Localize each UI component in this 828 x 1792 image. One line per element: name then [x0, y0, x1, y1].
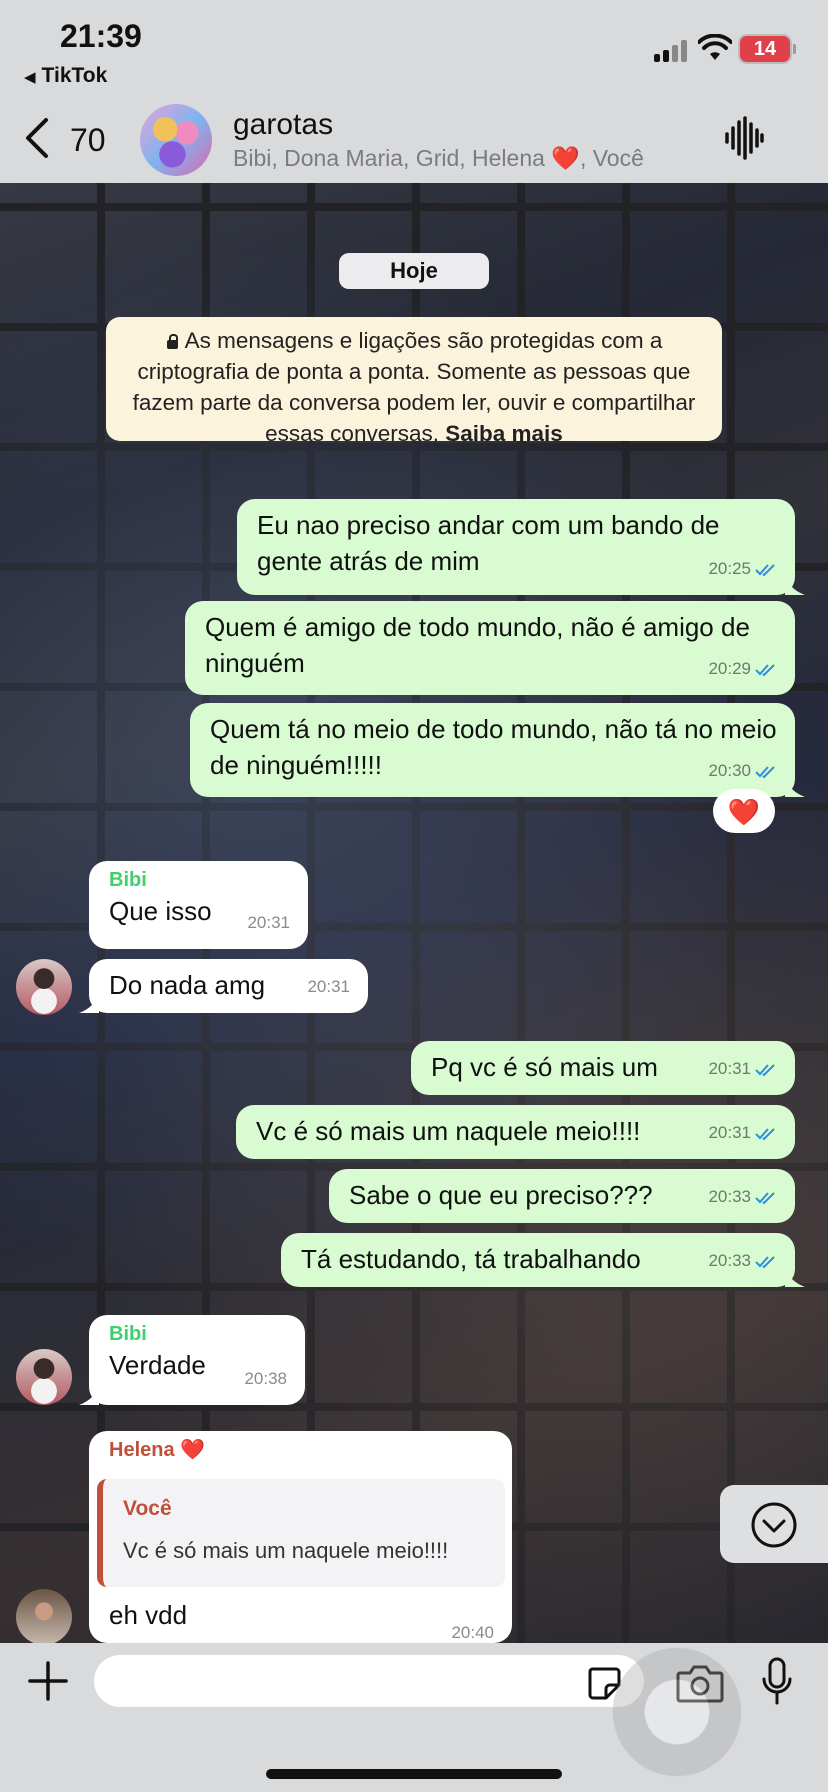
bubble-tail-icon — [785, 575, 805, 595]
message-text: Eu nao preciso andar com um bando de gen… — [257, 510, 720, 576]
message-time: 20:29 — [708, 651, 777, 687]
read-ticks-icon — [755, 663, 775, 676]
camera-icon[interactable] — [676, 1663, 724, 1703]
top-bar: 21:39 ◀ TikTok 14 70 garotas Bibi, Dona M… — [0, 0, 828, 183]
message-bubble[interactable]: Do nada amg 20:31 — [79, 959, 368, 1013]
status-time: 21:39 — [60, 18, 142, 54]
back-app-label: TikTok — [41, 64, 108, 87]
time-label: 20:33 — [708, 1251, 751, 1270]
avatar[interactable] — [16, 1589, 72, 1645]
lock-icon — [166, 334, 179, 349]
quoted-sender: Você — [123, 1497, 172, 1520]
bubble-tail-icon — [79, 993, 99, 1013]
message-bubble[interactable]: Vc é só mais um naquele meio!!!! 20:31 — [236, 1105, 795, 1159]
time-label: 20:30 — [708, 761, 751, 780]
quoted-message[interactable]: Você Vc é só mais um naquele meio!!!! — [97, 1479, 505, 1587]
message-text: Quem tá no meio de todo mundo, não tá no… — [210, 714, 777, 780]
read-ticks-icon — [755, 1127, 775, 1140]
wifi-icon — [698, 34, 732, 60]
sender-name[interactable]: Helena ❤️ — [109, 1437, 494, 1463]
message-text: eh vdd — [109, 1600, 188, 1630]
bubble-tail-icon — [79, 1385, 99, 1405]
message-time: 20:38 — [244, 1369, 287, 1388]
message-bubble[interactable]: Bibi Verdade 20:38 — [79, 1315, 305, 1405]
message-bubble[interactable]: Tá estudando, tá trabalhando 20:33 — [281, 1233, 805, 1287]
message-text: Vc é só mais um naquele meio!!!! — [256, 1116, 641, 1146]
time-label: 20:33 — [708, 1187, 751, 1206]
read-ticks-icon — [755, 1191, 775, 1204]
voice-chat-icon[interactable] — [724, 116, 764, 160]
read-ticks-icon — [755, 1063, 775, 1076]
avatar[interactable] — [16, 1349, 72, 1405]
quoted-text: Vc é só mais um naquele meio!!!! — [123, 1538, 449, 1563]
scroll-to-bottom-button[interactable] — [720, 1485, 828, 1563]
message-time: 20:31 — [708, 1115, 777, 1151]
encryption-notice[interactable]: As mensagens e ligações são protegidas c… — [106, 317, 722, 446]
group-members[interactable]: Bibi, Dona Maria, Grid, Helena ❤️, Você — [233, 145, 644, 172]
message-time: 20:31 — [247, 913, 290, 932]
message-time: 20:25 — [708, 551, 777, 587]
message-time: 20:31 — [307, 977, 350, 996]
sticker-icon[interactable] — [586, 1665, 622, 1701]
home-indicator[interactable] — [266, 1769, 562, 1779]
chat-area: Hoje As mensagens e ligações são protegi… — [0, 183, 828, 1645]
message-time: 20:30 — [708, 753, 777, 789]
read-ticks-icon — [755, 1255, 775, 1268]
message-bubble[interactable]: Helena ❤️ Você Vc é só mais um naquele m… — [89, 1431, 512, 1643]
message-bubble[interactable]: Quem é amigo de todo mundo, não é amigo … — [185, 601, 795, 695]
message-bubble[interactable]: Eu nao preciso andar com um bando de gen… — [237, 499, 805, 595]
date-label: Hoje — [339, 253, 489, 289]
chevron-down-circle-icon — [751, 1502, 797, 1548]
group-avatar[interactable] — [140, 104, 212, 176]
message-input[interactable] — [94, 1655, 644, 1707]
message-bubble[interactable]: Pq vc é só mais um 20:31 — [411, 1041, 795, 1095]
back-to-app-link[interactable]: ◀ TikTok — [24, 64, 107, 88]
chevron-left-icon[interactable] — [22, 116, 52, 160]
time-label: 20:31 — [708, 1059, 751, 1078]
read-ticks-icon — [755, 563, 775, 576]
unread-count[interactable]: 70 — [70, 122, 106, 159]
composer-bar — [0, 1637, 828, 1792]
message-bubble[interactable]: Bibi Que isso 20:31 — [89, 861, 308, 949]
time-label: 20:31 — [708, 1123, 751, 1142]
bubble-tail-icon — [785, 777, 805, 797]
message-time: 20:33 — [708, 1179, 777, 1215]
message-bubble[interactable]: Quem tá no meio de todo mundo, não tá no… — [190, 703, 805, 797]
encryption-notice-text: As mensagens e ligações são protegidas c… — [132, 328, 696, 446]
plus-icon[interactable] — [28, 1661, 68, 1701]
group-name[interactable]: garotas — [233, 108, 333, 142]
sender-name[interactable]: Bibi — [109, 1321, 287, 1347]
bubble-tail-icon — [785, 1267, 805, 1287]
time-label: 20:25 — [708, 559, 751, 578]
read-ticks-icon — [755, 765, 775, 778]
message-text: Quem é amigo de todo mundo, não é amigo … — [205, 612, 750, 678]
avatar[interactable] — [16, 959, 72, 1015]
learn-more-link[interactable]: Saiba mais — [445, 421, 563, 446]
message-time: 20:31 — [708, 1051, 777, 1087]
message-time: 20:33 — [708, 1243, 777, 1279]
cellular-signal-icon — [654, 40, 688, 62]
heart-reaction[interactable]: ❤️ — [713, 789, 775, 833]
message-text: Tá estudando, tá trabalhando — [301, 1244, 641, 1274]
message-bubble[interactable]: Sabe o que eu preciso??? 20:33 — [329, 1169, 795, 1223]
microphone-icon[interactable] — [760, 1657, 794, 1707]
back-arrow-icon: ◀ — [24, 69, 36, 86]
time-label: 20:29 — [708, 659, 751, 678]
sender-name[interactable]: Bibi — [109, 867, 290, 893]
battery-indicator: 14 — [740, 36, 796, 62]
